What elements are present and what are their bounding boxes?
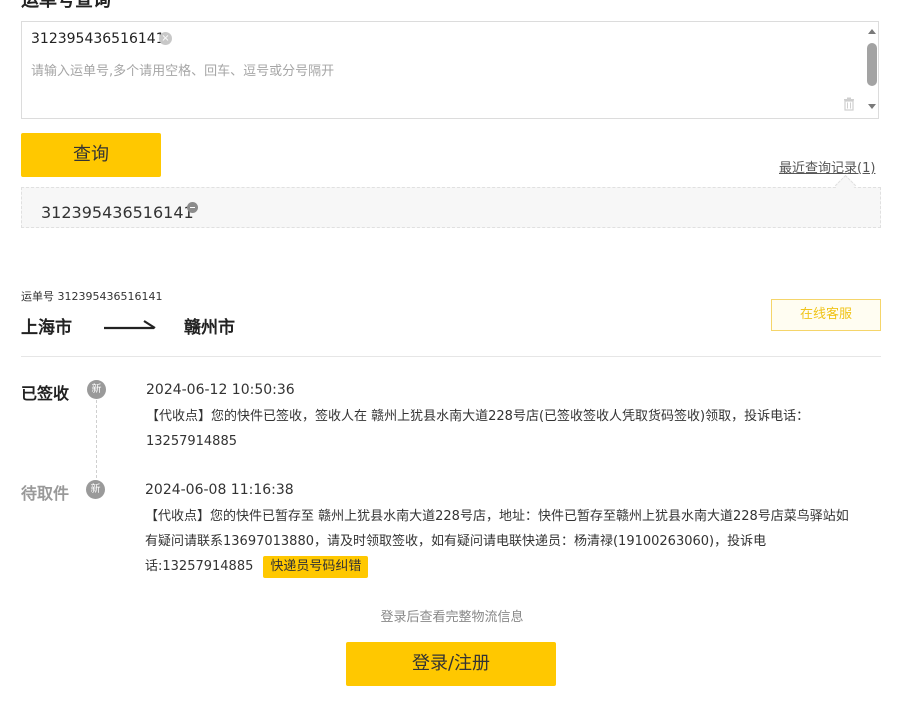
event-description: 【代收点】您的快件已签收，签收人在 赣州上犹县水南大道228号店(已签收签收人凭… [146,409,810,449]
event-description: 【代收点】您的快件已暂存至 赣州上犹县水南大道228号店，地址：快件已暂存至赣州… [145,504,855,579]
minus-circle-icon[interactable] [187,202,198,213]
status-signed: 已签收 [21,384,70,403]
query-button[interactable]: 查询 [21,133,161,177]
destination-city: 赣州市 [184,318,235,338]
new-badge: 新 [87,380,106,399]
origin-city: 上海市 [21,318,72,338]
page-title: 运单号查询 [21,0,111,11]
trash-icon[interactable] [842,97,856,111]
event-time: 2024-06-12 10:50:36 [146,382,295,398]
courier-number-correction-button[interactable]: 快递员号码纠错 [263,555,369,578]
waybill-number: 运单号 312395436516141 [21,290,163,303]
event-time: 2024-06-08 11:16:38 [145,482,294,498]
event-description-text: 【代收点】您的快件已暂存至 赣州上犹县水南大道228号店，地址：快件已暂存至赣州… [145,509,849,574]
status-pending-pickup: 待取件 [21,484,70,503]
tag-remove-icon[interactable]: × [159,32,172,45]
divider [21,356,881,357]
timeline-connector [96,400,97,478]
new-badge: 新 [86,480,105,499]
recent-query-item[interactable]: 312395436516141 [41,203,194,222]
arrow-right-icon [104,320,156,330]
online-service-button[interactable]: 在线客服 [771,299,881,331]
waybill-tag: 312395436516141 [31,31,165,47]
login-register-button[interactable]: 登录/注册 [346,642,556,686]
recent-queries-link[interactable]: 最近查询记录(1) [779,157,875,176]
scrollbar-thumb[interactable] [867,43,877,86]
scroll-up-arrow-icon[interactable] [868,29,876,34]
input-placeholder[interactable]: 请输入运单号,多个请用空格、回车、逗号或分号隔开 [31,60,334,79]
scroll-down-arrow-icon[interactable] [868,104,876,109]
login-hint: 登录后查看完整物流信息 [380,610,524,625]
